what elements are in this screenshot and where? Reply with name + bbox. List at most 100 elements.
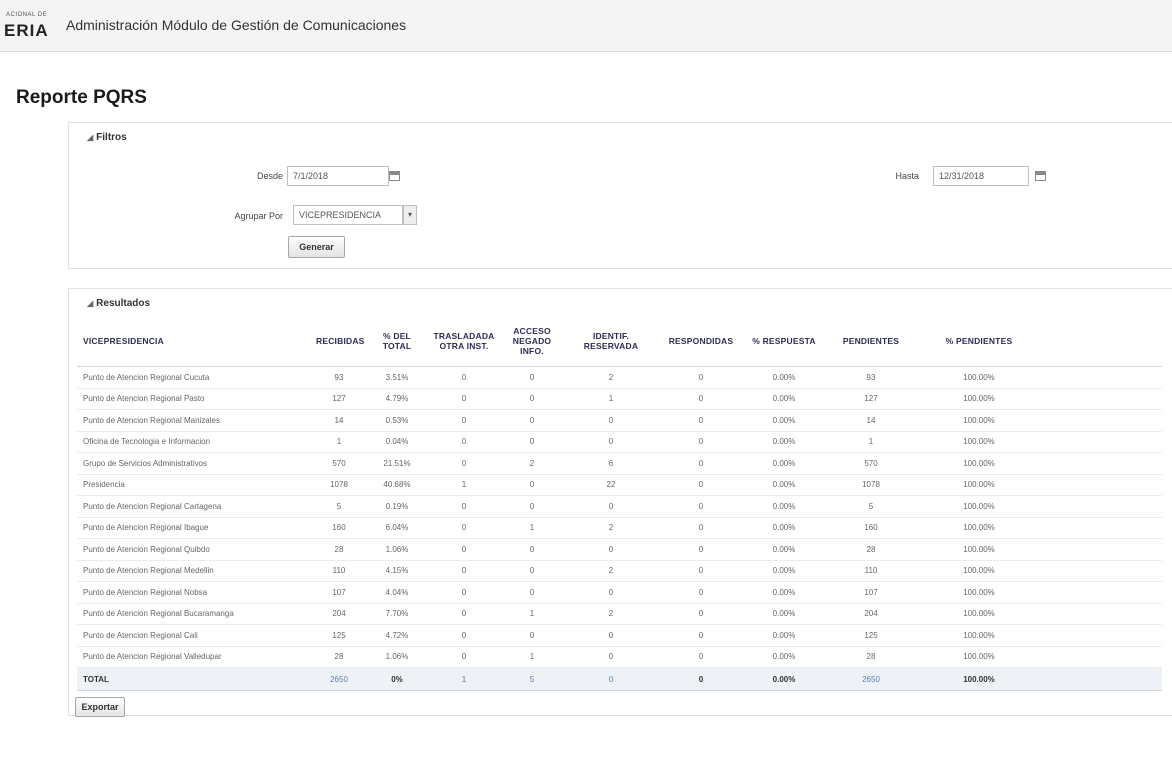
table-cell: 100.00%: [919, 624, 1039, 647]
table-cell-spacer: [1039, 366, 1162, 389]
table-cell: 204: [823, 603, 919, 625]
table-row: Grupo de Servicios Administrativos 570 21.…: [77, 452, 1162, 475]
table-cell: 0: [565, 581, 657, 604]
column-header[interactable]: ACCESO NEGADO INFO.: [499, 316, 565, 367]
table-cell: 0: [429, 560, 499, 582]
table-cell: 0: [565, 409, 657, 432]
column-header[interactable]: % RESPUESTA: [745, 316, 823, 367]
table-cell: 125: [823, 624, 919, 647]
table-cell: 2: [565, 517, 657, 539]
desde-date-input[interactable]: 7/1/2018: [287, 166, 389, 186]
table-cell: 0: [657, 409, 745, 432]
table-cell: 0: [499, 495, 565, 518]
table-cell: 0: [429, 581, 499, 604]
table-cell: 4.04%: [365, 581, 429, 604]
table-cell: 0: [657, 366, 745, 389]
table-cell: 204: [313, 603, 365, 625]
app-title: Administración Módulo de Gestión de Comu…: [66, 17, 407, 33]
agrupar-dropdown-arrow-icon[interactable]: ▾: [403, 205, 417, 225]
table-cell: 5: [313, 495, 365, 518]
table-cell: 0.00%: [745, 388, 823, 410]
table-cell: 100.00%: [919, 409, 1039, 432]
row-label-cell: Punto de Atencion Regional Medellin: [77, 560, 313, 582]
column-header[interactable]: % PENDIENTES: [919, 316, 1039, 367]
table-cell: 0: [429, 366, 499, 389]
table-cell: 107: [823, 581, 919, 604]
table-cell: 0.04%: [365, 431, 429, 453]
table-row: Punto de Atencion Regional Cali 125 4.72% 0…: [77, 624, 1162, 647]
column-header[interactable]: VICEPRESIDENCIA: [77, 316, 313, 367]
table-cell: 570: [313, 452, 365, 475]
table-cell: 93: [823, 366, 919, 389]
generar-button[interactable]: Generar: [288, 236, 345, 258]
table-cell: 0.53%: [365, 409, 429, 432]
table-cell: 0.00%: [745, 581, 823, 604]
filters-header[interactable]: ◢ Filtros: [87, 132, 127, 143]
table-row: Punto de Atencion Regional Cartagena 5 0.1…: [77, 495, 1162, 518]
exportar-button[interactable]: Exportar: [75, 697, 125, 717]
row-label-cell: Punto de Atencion Regional Manizales: [77, 409, 313, 432]
total-link-cell[interactable]: 1: [429, 667, 499, 691]
table-cell: 14: [823, 409, 919, 432]
desde-label: Desde: [256, 171, 283, 181]
table-cell: 6.04%: [365, 517, 429, 539]
table-cell: 0.19%: [365, 495, 429, 518]
collapse-triangle-icon[interactable]: ◢: [87, 133, 93, 142]
desde-calendar-icon[interactable]: [389, 171, 400, 181]
table-cell-spacer: [1039, 538, 1162, 561]
column-header[interactable]: RECIBIDAS: [313, 316, 365, 367]
table-cell: 4.72%: [365, 624, 429, 647]
hasta-calendar-icon[interactable]: [1035, 171, 1046, 181]
table-cell: 100.00%: [919, 646, 1039, 668]
table-cell: 1: [565, 388, 657, 410]
row-label-cell: Punto de Atencion Regional Bucaramanga: [77, 603, 313, 625]
table-cell: 2: [499, 452, 565, 475]
table-cell: 0: [657, 581, 745, 604]
table-cell: 1078: [823, 474, 919, 496]
table-cell: 1: [499, 646, 565, 668]
hasta-date-input[interactable]: 12/31/2018: [933, 166, 1029, 186]
column-header[interactable]: IDENTIF. RESERVADA: [565, 316, 657, 367]
collapse-triangle-icon[interactable]: ◢: [87, 299, 93, 308]
column-header[interactable]: % DEL TOTAL: [365, 316, 429, 367]
table-cell: 125: [313, 624, 365, 647]
top-bar: ACIONAL DE ERIA Administración Módulo de…: [0, 0, 1172, 52]
results-title: Resultados: [96, 298, 151, 309]
table-cell: 28: [313, 538, 365, 561]
column-header-spacer: [1039, 316, 1162, 367]
column-header[interactable]: PENDIENTES: [823, 316, 919, 367]
table-row: Oficina de Tecnologia e Informacion 1 0.04…: [77, 431, 1162, 453]
column-header[interactable]: TRASLADADA OTRA INST.: [429, 316, 499, 367]
table-cell: 570: [823, 452, 919, 475]
table-cell: 0: [499, 366, 565, 389]
total-link-cell[interactable]: 5: [499, 667, 565, 691]
table-cell: 0: [657, 646, 745, 668]
row-label-cell: Punto de Atencion Regional Valledupar: [77, 646, 313, 668]
table-cell: 0: [429, 409, 499, 432]
total-link-cell[interactable]: 2650: [313, 667, 365, 691]
table-cell: 1078: [313, 474, 365, 496]
total-cell: 0: [657, 667, 745, 691]
total-cell: 0%: [365, 667, 429, 691]
results-table: VICEPRESIDENCIA RECIBIDAS % DEL TOTAL TR…: [77, 316, 1162, 691]
table-row: Punto de Atencion Regional Nobsa 107 4.04%…: [77, 581, 1162, 604]
results-header[interactable]: ◢ Resultados: [87, 298, 150, 309]
logo: ERIA: [4, 21, 49, 40]
column-header[interactable]: RESPONDIDAS: [657, 316, 745, 367]
table-row: Presidencia 1078 40.68% 1 0 22 0 0.00% 1078 100.0…: [77, 474, 1162, 496]
agrupar-select[interactable]: VICEPRESIDENCIA: [293, 205, 403, 225]
table-cell: 0: [499, 388, 565, 410]
table-cell: 2: [565, 603, 657, 625]
table-cell: 100.00%: [919, 388, 1039, 410]
total-link-cell[interactable]: 2650: [823, 667, 919, 691]
table-cell: 1: [823, 431, 919, 453]
table-cell: 0: [657, 560, 745, 582]
total-link-cell[interactable]: 0: [565, 667, 657, 691]
table-cell-spacer: [1039, 646, 1162, 668]
agrupar-label: Agrupar Por: [234, 211, 283, 221]
table-cell: 0: [657, 474, 745, 496]
table-cell: 14: [313, 409, 365, 432]
table-cell: 1.06%: [365, 646, 429, 668]
table-row: Punto de Atencion Regional Cucuta 93 3.51%…: [77, 366, 1162, 389]
table-row: Punto de Atencion Regional Ibague 160 6.04…: [77, 517, 1162, 539]
